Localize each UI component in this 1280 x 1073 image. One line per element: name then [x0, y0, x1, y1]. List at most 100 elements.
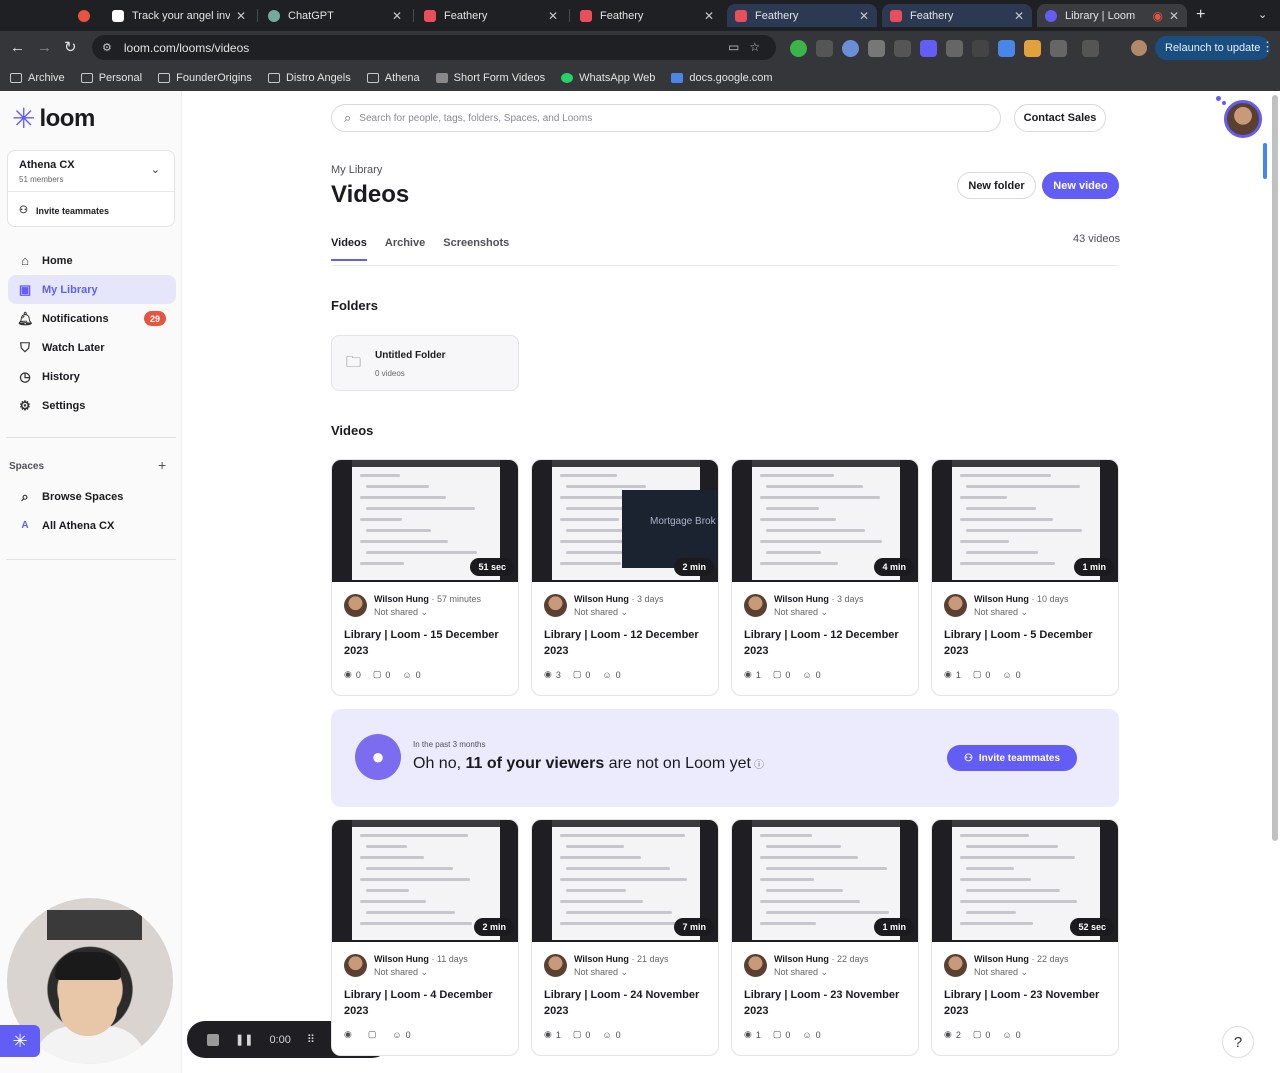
relaunch-button[interactable]: Relaunch to update — [1155, 36, 1271, 60]
share-status[interactable]: Not shared ⌄ — [374, 607, 481, 618]
tab-videos[interactable]: Videos — [331, 237, 367, 261]
help-button[interactable]: ? — [1222, 1026, 1254, 1058]
profile-avatar[interactable] — [1131, 40, 1147, 56]
forward-icon[interactable]: → — [37, 39, 52, 56]
invite-teammates-button[interactable]: ⚇ Invite teammates — [947, 745, 1077, 771]
star-icon[interactable]: ☆ — [749, 40, 760, 54]
tab-feathery-3[interactable]: Feathery ✕ — [727, 4, 877, 27]
video-thumbnail[interactable]: 4 min — [732, 460, 918, 582]
video-title[interactable]: Library | Loom - 23 November 2023 — [744, 987, 909, 1019]
close-icon[interactable]: ✕ — [1014, 9, 1024, 23]
author-name[interactable]: Wilson Hung — [574, 594, 629, 604]
video-thumbnail[interactable]: 51 sec — [332, 460, 518, 582]
video-title[interactable]: Library | Loom - 23 November 2023 — [944, 987, 1109, 1019]
video-card[interactable]: 1 min Wilson Hung · 10 days Not shared ⌄… — [931, 459, 1119, 696]
close-icon[interactable]: ✕ — [548, 9, 558, 23]
tab-chatgpt[interactable]: ChatGPT ✕ — [260, 4, 410, 27]
video-thumbnail[interactable]: 2 min — [332, 820, 518, 942]
video-card[interactable]: 51 sec Wilson Hung · 57 minutes Not shar… — [331, 459, 519, 696]
extension-green-icon[interactable] — [790, 40, 807, 57]
tab-recording[interactable] — [70, 4, 100, 27]
tab-loom-library[interactable]: Library | Loom ◉ ✕ — [1037, 4, 1187, 27]
sidebar-item-settings[interactable]: ⚙ Settings — [8, 391, 176, 420]
sidebar-item-browse-spaces[interactable]: ⌕ Browse Spaces — [8, 482, 176, 511]
reload-icon[interactable]: ↻ — [64, 38, 77, 56]
extension-code-icon[interactable] — [946, 40, 963, 57]
author-name[interactable]: Wilson Hung — [974, 954, 1029, 964]
search-bar[interactable]: ⌕ — [331, 104, 1001, 132]
extension-shield-icon[interactable] — [894, 40, 911, 57]
tab-screenshots[interactable]: Screenshots — [443, 237, 509, 261]
share-status[interactable]: Not shared ⌄ — [574, 967, 668, 978]
share-status[interactable]: Not shared ⌄ — [774, 967, 868, 978]
video-card[interactable]: 1 min Wilson Hung · 22 days Not shared ⌄… — [731, 819, 919, 1056]
bookmark-short-form-videos[interactable]: Short Form Videos — [435, 72, 545, 84]
sidebar-item-watch-later[interactable]: ⛉ Watch Later — [8, 333, 176, 362]
video-thumbnail[interactable]: 7 min — [532, 820, 718, 942]
video-title[interactable]: Library | Loom - 24 November 2023 — [544, 987, 709, 1019]
scrollbar[interactable] — [1270, 91, 1280, 1073]
back-icon[interactable]: ← — [10, 39, 25, 56]
folder-card[interactable]: 🗀︎ Untitled Folder 0 videos — [331, 335, 519, 391]
bookmark-archive[interactable]: Archive — [10, 72, 65, 84]
close-icon[interactable]: ✕ — [704, 9, 714, 23]
camera-icon[interactable]: ▭ — [728, 40, 739, 54]
share-status[interactable]: Not shared ⌄ — [574, 607, 663, 618]
chevron-down-icon[interactable]: ⌄ — [151, 163, 160, 176]
share-status[interactable]: Not shared ⌄ — [974, 607, 1068, 618]
close-icon[interactable]: ✕ — [1169, 9, 1179, 23]
new-folder-button[interactable]: New folder — [957, 172, 1036, 199]
sidebar-item-home[interactable]: ⌂ Home — [8, 246, 176, 275]
author-name[interactable]: Wilson Hung — [574, 954, 629, 964]
bookmark-google-docs[interactable]: docs.google.com — [671, 72, 773, 84]
more-icon[interactable]: ⋮ — [1261, 39, 1274, 55]
sidebar-item-all-athena-cx[interactable]: A All Athena CX — [8, 511, 176, 540]
video-thumbnail[interactable]: Mortgage Brok 2 min — [532, 460, 718, 582]
address-bar[interactable]: ⚙ loom.com/looms/videos — [92, 35, 776, 60]
loom-recorder-icon[interactable]: ✳ — [0, 1025, 40, 1057]
video-title[interactable]: Library | Loom - 5 December 2023 — [944, 627, 1109, 659]
sidebar-item-notifications[interactable]: 🔔︎ Notifications 29 — [8, 304, 176, 333]
puzzle-icon[interactable] — [1050, 40, 1067, 57]
bookmark-personal[interactable]: Personal — [80, 72, 142, 84]
video-thumbnail[interactable]: 52 sec — [932, 820, 1118, 942]
video-title[interactable]: Library | Loom - 12 December 2023 — [544, 627, 709, 659]
bookmark-distro-angels[interactable]: Distro Angels — [267, 72, 351, 84]
bookmark-athena[interactable]: Athena — [366, 72, 420, 84]
extension-function-icon[interactable] — [972, 40, 989, 57]
video-thumbnail[interactable]: 1 min — [932, 460, 1118, 582]
video-card[interactable]: 7 min Wilson Hung · 21 days Not shared ⌄… — [531, 819, 719, 1056]
tab-archive[interactable]: Archive — [385, 237, 425, 261]
sidebar-item-history[interactable]: ◷ History — [8, 362, 176, 391]
add-space-icon[interactable]: + — [158, 457, 166, 473]
scrollbar-thumb[interactable] — [1272, 95, 1278, 841]
author-name[interactable]: Wilson Hung — [374, 954, 429, 964]
sidebar-item-my-library[interactable]: ▣ My Library — [8, 275, 176, 304]
tab-track-investments[interactable]: Track your angel investments ✕ — [104, 4, 254, 27]
tab-feathery-2[interactable]: Feathery ✕ — [572, 4, 722, 27]
user-avatar[interactable] — [1224, 100, 1262, 138]
bookmark-whatsapp[interactable]: WhatsApp Web — [561, 72, 655, 84]
sidepanel-icon[interactable] — [1082, 40, 1099, 57]
close-icon[interactable]: ✕ — [859, 9, 869, 23]
video-card[interactable]: Mortgage Brok 2 min Wilson Hung · 3 days… — [531, 459, 719, 696]
video-title[interactable]: Library | Loom - 15 December 2023 — [344, 627, 509, 659]
contact-sales-button[interactable]: Contact Sales — [1014, 104, 1106, 132]
author-name[interactable]: Wilson Hung — [774, 594, 829, 604]
tab-feathery-1[interactable]: Feathery ✕ — [416, 4, 566, 27]
invite-teammates-link[interactable]: ⚇ Invite teammates — [19, 205, 109, 216]
extension-grid-icon[interactable] — [816, 40, 833, 57]
share-status[interactable]: Not shared ⌄ — [374, 967, 468, 978]
author-name[interactable]: Wilson Hung — [974, 594, 1029, 604]
video-title[interactable]: Library | Loom - 4 December 2023 — [344, 987, 509, 1019]
loom-logo[interactable]: ✳ loom — [12, 105, 95, 133]
video-card[interactable]: 4 min Wilson Hung · 3 days Not shared ⌄ … — [731, 459, 919, 696]
author-name[interactable]: Wilson Hung — [774, 954, 829, 964]
extension-orange-icon[interactable] — [1024, 40, 1041, 57]
extension-globe-icon[interactable] — [842, 40, 859, 57]
site-settings-icon[interactable]: ⚙ — [102, 41, 112, 54]
share-status[interactable]: Not shared ⌄ — [774, 607, 863, 618]
workspace-switcher[interactable]: Athena CX 51 members ⌄ ⚇ Invite teammate… — [7, 150, 175, 227]
video-card[interactable]: 2 min Wilson Hung · 11 days Not shared ⌄… — [331, 819, 519, 1056]
close-icon[interactable]: ✕ — [236, 9, 246, 23]
